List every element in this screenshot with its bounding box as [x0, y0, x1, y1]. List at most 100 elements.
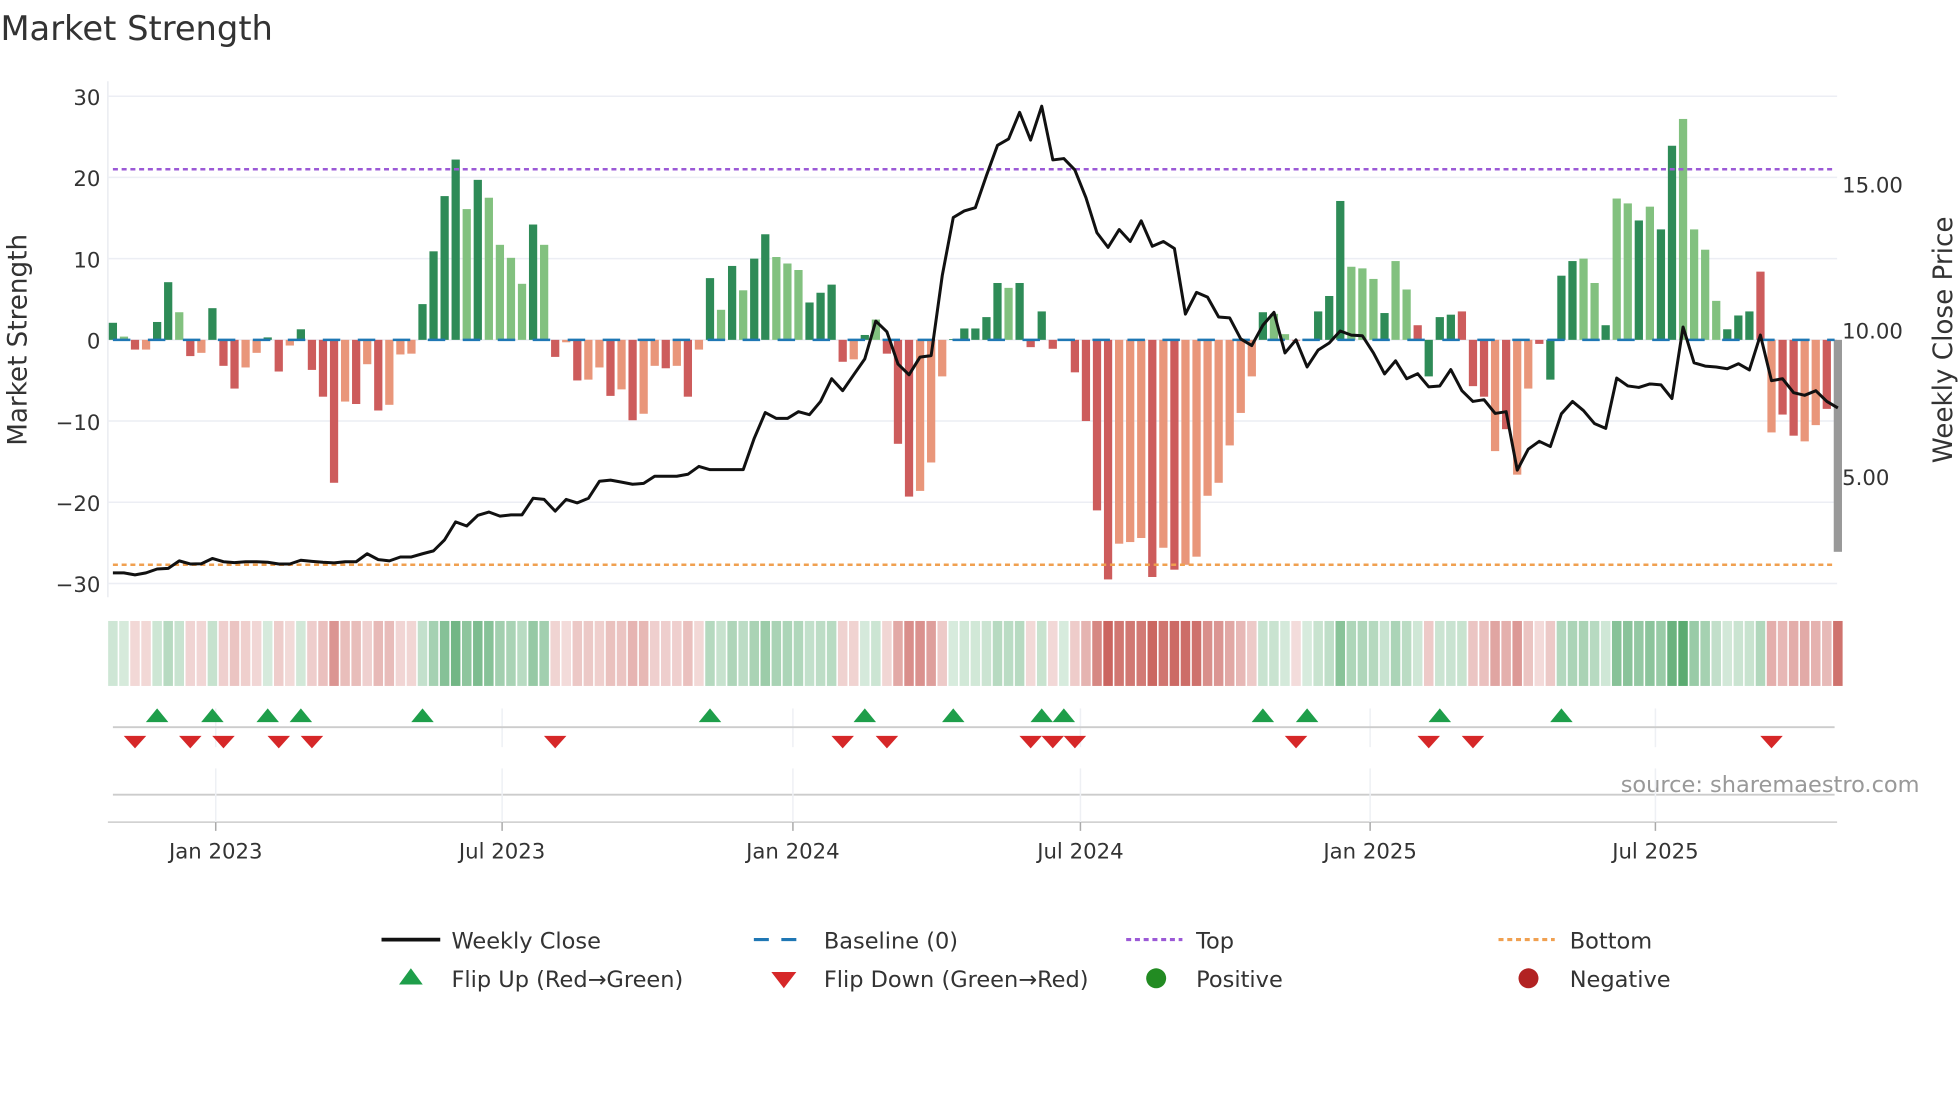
heat-cell	[616, 620, 627, 686]
strength-bar	[1004, 287, 1013, 340]
strength-bar	[1546, 339, 1555, 380]
heat-cell	[572, 620, 583, 686]
strength-bar	[130, 339, 140, 350]
strength-bar	[1468, 339, 1478, 387]
y2-axis-ticks: 15.00 10.00 5.00	[1842, 173, 1903, 490]
heat-cell	[1490, 620, 1500, 686]
heat-cell	[749, 620, 759, 686]
heat-cell	[550, 620, 560, 686]
legend-item-weekly-close[interactable]: Weekly Close	[381, 928, 601, 954]
legend-item-baseline[interactable]: Baseline (0)	[753, 928, 958, 954]
strength-bar	[1203, 339, 1212, 496]
strength-bar	[1734, 315, 1743, 340]
legend-item-flip-down[interactable]: Flip Down (Green→Red)	[771, 967, 1089, 993]
strength-bar	[1756, 271, 1765, 340]
strength-bar	[1535, 339, 1544, 344]
heat-cell	[771, 620, 782, 686]
heat-cell	[1280, 620, 1290, 686]
heat-cell	[904, 620, 914, 686]
heat-cell	[1059, 620, 1069, 686]
legend-item-top[interactable]: Top	[1126, 928, 1234, 954]
flip-up-marker	[201, 708, 224, 723]
heat-cell	[1777, 620, 1788, 686]
x-tick-label: Jul 2025	[1610, 839, 1698, 864]
flip-down-marker	[1063, 735, 1087, 749]
strength-bar	[363, 339, 372, 365]
legend-item-negative[interactable]: Negative	[1518, 967, 1671, 993]
legend-label: Negative	[1570, 967, 1671, 993]
strength-bar	[1612, 198, 1621, 340]
flip-down-marker	[300, 735, 324, 749]
heat-cell	[473, 620, 483, 686]
strength-bar	[683, 339, 693, 397]
strength-bar	[827, 284, 836, 340]
legend-label: Weekly Close	[451, 928, 600, 954]
heat-cell	[1611, 620, 1622, 686]
strength-bar	[1214, 339, 1223, 483]
strength-bar	[727, 265, 737, 340]
strength-bar	[374, 339, 383, 411]
heat-cell	[1678, 620, 1688, 686]
heat-cell	[594, 620, 605, 686]
strength-bar	[197, 339, 206, 353]
strength-bar	[230, 339, 239, 389]
strength-bar	[927, 339, 936, 463]
heat-cell	[826, 620, 837, 686]
strength-bar	[274, 339, 283, 372]
strength-bar	[540, 244, 549, 340]
strength-bar	[175, 312, 184, 340]
strength-bar	[1103, 339, 1113, 580]
flip-up-marker	[1251, 708, 1275, 723]
strength-bar	[1601, 325, 1610, 340]
strength-bar	[816, 292, 825, 340]
strength-bar	[1380, 313, 1389, 340]
strength-bar	[584, 339, 593, 380]
heat-cell	[119, 620, 129, 686]
strength-bar	[1701, 249, 1710, 340]
heat-cell	[837, 620, 848, 686]
heat-cell	[152, 620, 162, 686]
strength-bar	[1413, 325, 1422, 340]
strength-bar	[1424, 339, 1433, 377]
strength-bar	[208, 308, 217, 340]
heat-cell	[218, 620, 229, 686]
heat-cell	[1103, 620, 1113, 686]
heat-cell	[705, 620, 715, 686]
strength-bar	[960, 328, 969, 340]
y-tick-label: 30	[73, 86, 100, 111]
y-tick-label: 20	[73, 167, 100, 192]
heat-cell	[1401, 620, 1412, 686]
heat-cell	[1224, 620, 1235, 686]
heat-cell	[1092, 620, 1102, 686]
heat-cell	[1656, 620, 1666, 686]
heat-cell	[1589, 620, 1600, 686]
strength-bar	[495, 244, 505, 340]
heat-cell	[959, 620, 970, 686]
strength-bar	[385, 339, 394, 405]
legend-item-bottom[interactable]: Bottom	[1498, 928, 1653, 954]
strength-bar	[1015, 282, 1024, 340]
legend-item-flip-up[interactable]: Flip Up (Red→Green)	[399, 967, 683, 993]
legend-label: Flip Up (Red→Green)	[451, 967, 683, 993]
source-credit: source: sharemaestro.com	[1621, 772, 1920, 798]
heat-cell	[1567, 620, 1578, 686]
heat-cell	[1291, 620, 1301, 686]
heat-cell	[384, 620, 395, 686]
strength-bar	[1092, 339, 1102, 511]
heat-cell	[649, 620, 660, 686]
heat-cell	[1247, 620, 1257, 686]
legend-item-positive[interactable]: Positive	[1146, 967, 1283, 993]
strength-bar	[1181, 339, 1190, 565]
y2-tick-label: 10.00	[1842, 320, 1903, 345]
heat-cell	[1711, 620, 1721, 686]
heat-cell	[130, 620, 140, 686]
strength-bars	[108, 118, 1842, 580]
heat-cell	[716, 620, 726, 686]
strength-bar	[429, 251, 438, 340]
legend-label: Top	[1195, 928, 1234, 954]
heat-cell	[428, 620, 439, 686]
heat-cell	[1390, 620, 1401, 686]
heat-cell	[362, 620, 372, 686]
heat-cell	[1810, 620, 1821, 686]
strength-bar	[1689, 229, 1699, 340]
